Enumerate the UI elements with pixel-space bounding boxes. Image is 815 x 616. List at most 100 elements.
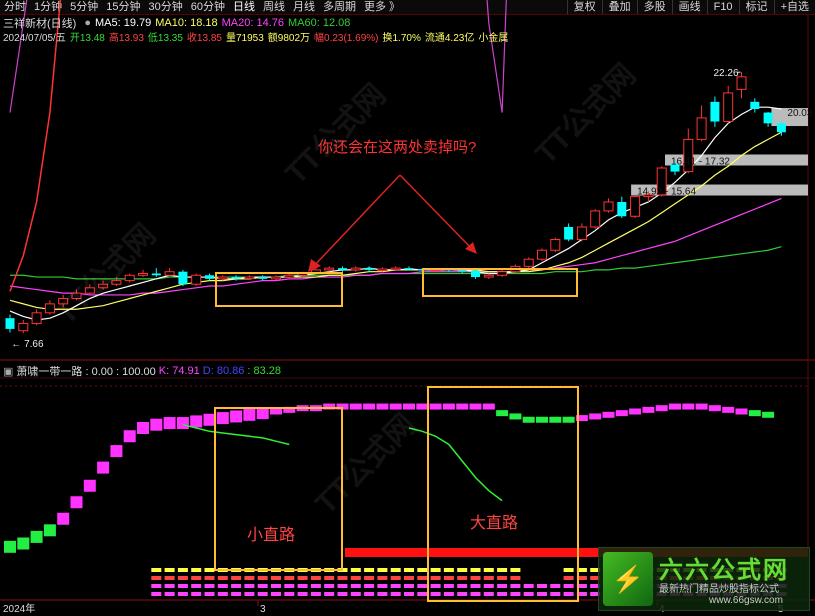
signal-dot xyxy=(563,584,574,588)
signal-dot xyxy=(337,576,348,580)
candle-body xyxy=(564,227,574,240)
signal-dot xyxy=(563,592,574,596)
indicator-bar xyxy=(163,417,176,430)
indicator-green-line xyxy=(182,423,290,446)
candle-body xyxy=(231,277,241,279)
signal-dot xyxy=(217,576,228,580)
info-low: 低13.35 xyxy=(147,32,183,44)
info-date: 2024/07/05/五 xyxy=(3,32,66,44)
candle-body xyxy=(497,271,508,276)
candle-body xyxy=(404,268,414,270)
signal-dot xyxy=(151,568,162,572)
signal-dot xyxy=(537,584,547,588)
signal-dot xyxy=(191,576,202,580)
indicator-icon: ▣ xyxy=(3,365,14,378)
signal-dot xyxy=(350,584,361,588)
signal-dot xyxy=(430,576,441,580)
signal-dot xyxy=(244,592,255,596)
candle-body xyxy=(350,267,361,271)
support-zone-label: 14.92 - 15.64 xyxy=(637,187,696,198)
signal-dot xyxy=(297,584,308,588)
signal-dot xyxy=(390,568,401,572)
candle-body xyxy=(377,268,388,272)
indicator-bar xyxy=(695,403,708,410)
signal-dot xyxy=(310,576,321,580)
signal-dot xyxy=(151,592,162,596)
candle-body xyxy=(164,271,175,276)
signal-dot xyxy=(204,592,215,596)
site-badge: ⚡ 六六公式网 最新热门精品炒股指标公式 www.66gsw.com xyxy=(598,547,810,611)
candle-body xyxy=(710,101,720,122)
indicator-legend: ▣ 萧啸一带一路 : 0.00 : 100.00 K: 74.91 D: 80.… xyxy=(3,364,281,378)
signal-dot xyxy=(390,592,401,596)
quote-info-line: 2024/07/05/五 开13.48 高13.93 低13.35 收13.85… xyxy=(3,29,509,44)
info-sector: 小金属 xyxy=(478,32,509,44)
signal-dot xyxy=(457,584,468,588)
signal-dot xyxy=(550,584,561,588)
signal-dot xyxy=(231,592,242,596)
signal-dot xyxy=(377,584,388,588)
indicator-j: : 83.28 xyxy=(247,365,282,377)
indicator-green-line xyxy=(408,427,503,502)
candle-body xyxy=(590,210,601,228)
signal-dot xyxy=(177,592,188,596)
signal-dot xyxy=(177,576,188,580)
signal-dot xyxy=(510,584,521,588)
info-open: 开13.48 xyxy=(69,32,105,44)
signal-dot xyxy=(177,584,188,588)
signal-dot xyxy=(443,584,454,588)
signal-dot xyxy=(284,584,295,588)
signal-dot xyxy=(191,584,202,588)
signal-dot xyxy=(470,568,481,572)
indicator-bar xyxy=(522,416,535,423)
indicator-bar xyxy=(30,530,43,543)
signal-dot xyxy=(417,584,428,588)
indicator-bar xyxy=(190,415,203,428)
indicator-bar xyxy=(762,411,775,418)
right-price-label: 20.03 xyxy=(787,108,812,119)
indicator-k: K: 74.91 xyxy=(158,365,200,377)
signal-dot xyxy=(443,568,454,572)
candle-body xyxy=(550,239,561,251)
indicator-bar xyxy=(735,408,748,415)
x-axis-year: 2024年 xyxy=(3,602,35,615)
candle-body xyxy=(776,123,786,133)
indicator-bar xyxy=(748,410,761,417)
indicator-bar xyxy=(43,524,56,537)
signal-dot xyxy=(151,584,162,588)
signal-dot xyxy=(377,592,388,596)
indicator-bar xyxy=(615,410,628,417)
candle-body xyxy=(471,270,480,278)
label-big-road: 大直路 xyxy=(470,514,518,532)
kline-chart[interactable]: 22.26 20.03 ← 7.66 16.41 - 17.32 14.92 - 15.… xyxy=(0,0,815,616)
info-amount: 额9802万 xyxy=(267,32,311,44)
indicator-bar xyxy=(270,408,282,415)
signal-dot xyxy=(497,576,508,580)
signal-dot xyxy=(324,576,335,580)
signal-dot xyxy=(470,592,481,596)
signal-dot xyxy=(364,584,375,588)
indicator-bar xyxy=(83,479,96,492)
candle-body xyxy=(5,318,15,329)
indicator-bar xyxy=(482,403,495,410)
indicator-bar xyxy=(722,406,735,413)
signal-dot xyxy=(390,584,401,588)
signal-dot xyxy=(430,584,441,588)
indicator-bar xyxy=(602,411,615,418)
indicator-bar xyxy=(110,445,123,458)
info-turnover: 换1.70% xyxy=(382,32,421,44)
indicator-bar xyxy=(57,512,70,525)
indicator-bar xyxy=(176,417,189,430)
signal-dot xyxy=(404,592,414,596)
candle-body xyxy=(151,273,161,276)
signal-dot xyxy=(390,576,401,580)
indicator-bar xyxy=(203,413,216,426)
signal-dot xyxy=(510,592,521,596)
indicator-bar xyxy=(469,403,482,410)
signal-dot xyxy=(324,592,335,596)
signal-dot xyxy=(244,576,255,580)
candle-body xyxy=(723,92,734,123)
signal-dot xyxy=(324,584,335,588)
signal-dot xyxy=(563,568,574,572)
signal-dot xyxy=(550,592,561,596)
